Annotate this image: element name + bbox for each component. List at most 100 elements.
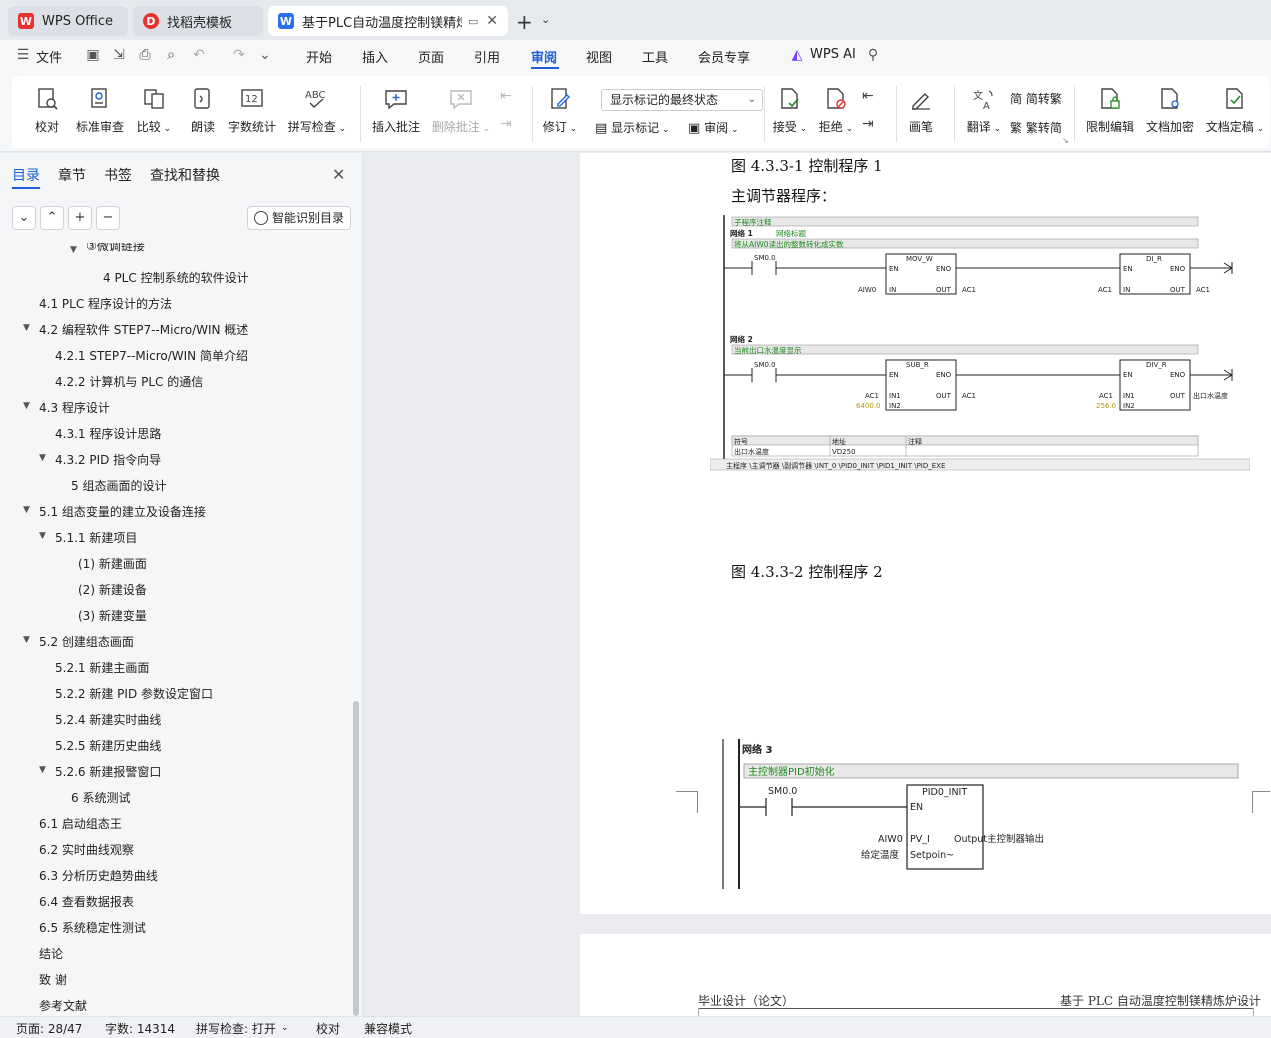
tab-find-replace[interactable]: 查找和替换	[150, 165, 220, 185]
toc-item[interactable]: 6.5 系统稳定性测试	[39, 919, 146, 936]
tab-chapters[interactable]: 章节	[58, 165, 86, 185]
expand-arrow-icon[interactable]: ▼	[23, 505, 30, 515]
encrypt-button[interactable]: 文档加密	[1142, 86, 1198, 135]
toc-item[interactable]: 结论	[39, 945, 63, 962]
reject-button[interactable]: 拒绝 ⌄	[816, 86, 856, 135]
insert-comment-button[interactable]: 插入批注	[370, 86, 422, 135]
toc-item[interactable]: 4.2 编程软件 STEP7--Micro/WIN 概述	[39, 321, 248, 338]
restrict-edit-button[interactable]: 限制编辑	[1082, 86, 1138, 135]
toc-item[interactable]: (2) 新建设备	[78, 581, 147, 598]
hamburger-menu-icon[interactable]: ☰	[14, 46, 32, 64]
toc-item[interactable]: 4.3 程序设计	[39, 399, 110, 416]
close-icon[interactable]: ✕	[332, 165, 345, 184]
toc-item[interactable]: ③微调链接	[86, 243, 145, 254]
menu-member[interactable]: 会员专享	[698, 47, 750, 66]
delete-comment-button[interactable]: 删除批注 ⌄	[430, 86, 492, 135]
tab-current-document[interactable]: W 基于PLC自动温度控制镁精炼炉 ▭ ✕	[268, 6, 508, 36]
expand-arrow-icon[interactable]: ▼	[70, 245, 77, 255]
chevron-down-icon[interactable]: ⌄	[281, 1023, 289, 1033]
menu-file[interactable]: 文件	[36, 47, 62, 66]
redo-icon[interactable]: ↷	[230, 46, 248, 64]
remove-heading-icon[interactable]: −	[96, 206, 120, 230]
spell-check-button[interactable]: ABC 拼写检查 ⌄	[286, 86, 348, 135]
expand-arrow-icon[interactable]: ▼	[39, 453, 46, 463]
menu-page[interactable]: 页面	[418, 47, 444, 66]
undo-icon[interactable]: ↶	[190, 46, 208, 64]
chevron-down-icon[interactable]: ⌄	[256, 46, 274, 64]
toc-item[interactable]: 4.2.2 计算机与 PLC 的通信	[55, 373, 203, 390]
to-traditional-button[interactable]: 简 简转繁	[1010, 90, 1070, 107]
save-icon[interactable]: ▣	[84, 46, 102, 64]
accept-button[interactable]: 接受 ⌄	[770, 86, 810, 135]
add-heading-icon[interactable]: +	[68, 206, 92, 230]
print-preview-icon[interactable]: ⌕	[162, 46, 180, 64]
expand-arrow-icon[interactable]: ▼	[23, 323, 30, 333]
collapse-up-icon[interactable]: ⌃	[40, 206, 64, 230]
toc-item[interactable]: (3) 新建变量	[78, 607, 147, 624]
tab-bookmarks[interactable]: 书签	[104, 165, 132, 185]
previous-comment-icon[interactable]: ⇤	[500, 88, 512, 104]
menu-view[interactable]: 视图	[586, 47, 612, 66]
page-indicator[interactable]: 页面: 28/47	[16, 1020, 82, 1037]
expand-arrow-icon[interactable]: ▼	[39, 531, 46, 541]
collapse-down-icon[interactable]: ⌄	[12, 206, 36, 230]
to-simplified-button[interactable]: 繁 繁转简	[1010, 119, 1070, 136]
markup-mode-select[interactable]: 显示标记的最终状态 ⌄	[601, 89, 763, 111]
toc-item[interactable]: 参考文献	[39, 997, 87, 1014]
toc-item[interactable]: 5.1.1 新建项目	[55, 529, 137, 546]
translate-button[interactable]: 文A 翻译 ⌄	[964, 86, 1004, 135]
toc-item[interactable]: 4.2.1 STEP7--Micro/WIN 简单介绍	[55, 347, 248, 364]
toc-item[interactable]: 5.2.6 新建报警窗口	[55, 763, 161, 780]
export-icon[interactable]: ⇲	[110, 46, 128, 64]
review-pane-button[interactable]: ▣ 审阅 ⌄	[688, 119, 748, 136]
tab-toc[interactable]: 目录	[12, 165, 40, 185]
next-comment-icon[interactable]: ⇥	[500, 116, 512, 132]
toc-item[interactable]: 6.3 分析历史趋势曲线	[39, 867, 158, 884]
toc-item[interactable]: 5.2.5 新建历史曲线	[55, 737, 161, 754]
toc-item[interactable]: 4.3.2 PID 指令向导	[55, 451, 161, 468]
toc-item[interactable]: 6.1 启动组态王	[39, 815, 122, 832]
proofread-indicator[interactable]: 校对	[316, 1020, 340, 1037]
chevron-down-icon[interactable]: ⌄	[541, 13, 550, 26]
toc-item[interactable]: 5.2.1 新建主画面	[55, 659, 149, 676]
compare-button[interactable]: 比较 ⌄	[134, 86, 174, 135]
read-aloud-button[interactable]: 朗读	[188, 86, 218, 135]
spell-check-indicator[interactable]: 拼写检查: 打开	[196, 1020, 276, 1037]
toc-item[interactable]: (1) 新建画面	[78, 555, 147, 572]
finalize-button[interactable]: 文档定稿 ⌄	[1202, 86, 1268, 135]
toc-item[interactable]: 6 系统测试	[71, 789, 130, 806]
toc-item[interactable]: 4.1 PLC 程序设计的方法	[39, 295, 172, 312]
standard-review-button[interactable]: 标准审查	[74, 86, 126, 135]
toc-item[interactable]: 5.1 组态变量的建立及设备连接	[39, 503, 206, 520]
close-tab-icon[interactable]: ✕	[486, 13, 498, 29]
menu-references[interactable]: 引用	[474, 47, 500, 66]
ink-button[interactable]: 画笔	[906, 86, 936, 135]
proofread-button[interactable]: 校对	[32, 86, 62, 135]
tab-docer-templates[interactable]: D 找稻壳模板	[133, 6, 263, 36]
toc-item[interactable]: 5.2.4 新建实时曲线	[55, 711, 161, 728]
menu-tools[interactable]: 工具	[642, 47, 668, 66]
toc-item[interactable]: 6.4 查看数据报表	[39, 893, 134, 910]
tab-wps-office[interactable]: W WPS Office	[8, 6, 128, 36]
menu-wps-ai[interactable]: WPS AI	[810, 47, 856, 62]
toc-item[interactable]: 4.3.1 程序设计思路	[55, 425, 161, 442]
expand-group-icon[interactable]: ↘	[1062, 136, 1069, 145]
toc-item[interactable]: 4 PLC 控制系统的软件设计	[103, 269, 249, 286]
next-change-icon[interactable]: ⇥	[862, 116, 874, 132]
menu-review[interactable]: 审阅	[531, 47, 557, 66]
toc-item[interactable]: 5.2 创建组态画面	[39, 633, 134, 650]
search-icon[interactable]: ⚲	[864, 46, 882, 64]
expand-arrow-icon[interactable]: ▼	[39, 765, 46, 775]
toc-item[interactable]: 5.2.2 新建 PID 参数设定窗口	[55, 685, 213, 702]
track-changes-button[interactable]: 修订 ⌄	[540, 86, 580, 135]
expand-arrow-icon[interactable]: ▼	[23, 635, 30, 645]
menu-insert[interactable]: 插入	[362, 47, 388, 66]
word-count-button[interactable]: 12 字数统计	[227, 86, 277, 135]
smart-toc-button[interactable]: 智能识别目录	[247, 206, 351, 230]
new-tab-plus-icon[interactable]: +	[516, 10, 533, 34]
expand-arrow-icon[interactable]: ▼	[23, 401, 30, 411]
print-icon[interactable]: ⎙	[136, 46, 154, 64]
sidebar-scrollbar[interactable]	[353, 701, 359, 1016]
monitor-icon[interactable]: ▭	[468, 15, 478, 28]
menu-home[interactable]: 开始	[306, 47, 332, 66]
